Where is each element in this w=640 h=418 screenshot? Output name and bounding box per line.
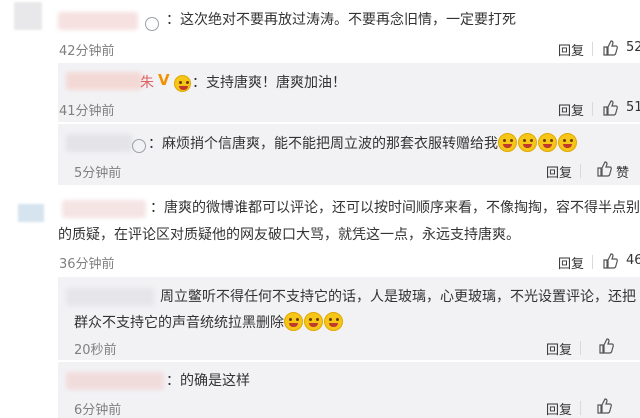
reply-button[interactable]: 回复 — [546, 339, 572, 358]
emoji-icon — [558, 133, 577, 152]
like-count: 52 — [626, 40, 640, 55]
comment-text-body: 群众不支持它的声音统统拉黑删除 — [74, 315, 284, 331]
comment-time: 6分钟前 — [74, 403, 122, 418]
emoji-icon — [498, 133, 517, 152]
comment-text-body: ：麻烦捎个信唐爽，能不能把周立波的那套衣服转赠给我 — [148, 136, 498, 152]
reply-button[interactable]: 回复 — [558, 40, 584, 59]
comment-text-line-1: 周立鳖听不得任何不支持它的话，人是玻璃，心更玻璃，不光设置评论，还把 — [160, 289, 636, 305]
username[interactable] — [58, 12, 138, 30]
username[interactable] — [66, 372, 164, 390]
member-badge-icon — [132, 136, 146, 155]
thumbs-up-icon[interactable] — [596, 161, 612, 177]
comment-text: ：这次绝对不要再放过涛涛。不要再念旧情，一定要打死 — [166, 12, 516, 28]
comment-text: ：的确是这样 — [166, 373, 250, 389]
thumbs-up-icon[interactable] — [598, 338, 614, 354]
emoji-icon — [304, 312, 323, 331]
comment-text-line-1: ：唐爽的微博谁都可以评论，还可以按时间顺序来看，不像掏掏，容不得半点别人 — [150, 200, 640, 216]
like-button-label[interactable]: 赞 — [616, 162, 629, 181]
reply-button[interactable]: 回复 — [546, 162, 572, 181]
divider — [592, 255, 593, 269]
comment-time: 5分钟前 — [74, 166, 122, 181]
vip-badge-icon — [174, 73, 192, 92]
reply-button[interactable]: 回复 — [558, 253, 584, 272]
username[interactable] — [66, 288, 154, 306]
username[interactable] — [62, 200, 146, 218]
comment-text: ：支持唐爽！唐爽加油！ — [192, 75, 346, 91]
thumbs-up-icon[interactable] — [602, 40, 618, 56]
username[interactable] — [66, 72, 142, 90]
avatar[interactable] — [14, 2, 42, 30]
divider — [580, 401, 581, 415]
verified-badge-icon: V — [158, 71, 170, 89]
reply-button[interactable]: 回复 — [546, 399, 572, 418]
comment-time: 36分钟前 — [59, 257, 115, 272]
avatar[interactable] — [18, 204, 44, 222]
comment-text: ：麻烦捎个信唐爽，能不能把周立波的那套衣服转赠给我 — [148, 131, 578, 158]
like-count: 51 — [626, 100, 640, 115]
thumbs-up-icon[interactable] — [596, 398, 612, 414]
comment-time: 42分钟前 — [59, 44, 115, 59]
emoji-icon — [284, 312, 303, 331]
member-badge-icon — [145, 14, 159, 33]
like-count: 46 — [626, 253, 640, 268]
divider — [580, 164, 581, 178]
emoji-icon — [538, 133, 557, 152]
emoji-icon — [324, 312, 343, 331]
thumbs-up-icon[interactable] — [602, 100, 618, 116]
comment-text-line-2: 群众不支持它的声音统统拉黑删除 — [74, 310, 344, 337]
emoji-icon — [518, 133, 537, 152]
username-suffix: 朱 — [140, 75, 154, 91]
divider — [592, 42, 593, 56]
username[interactable] — [66, 134, 132, 152]
reply-button[interactable]: 回复 — [558, 100, 584, 119]
comment-text-line-2: 的质疑，在评论区对质疑他的网友破口大骂，就凭这一点，永远支持唐爽。 — [58, 227, 520, 243]
comment-time: 41分钟前 — [59, 104, 115, 119]
comment-time: 20秒前 — [74, 343, 117, 358]
divider — [580, 341, 581, 355]
divider — [592, 102, 593, 116]
thumbs-up-icon[interactable] — [602, 253, 618, 269]
